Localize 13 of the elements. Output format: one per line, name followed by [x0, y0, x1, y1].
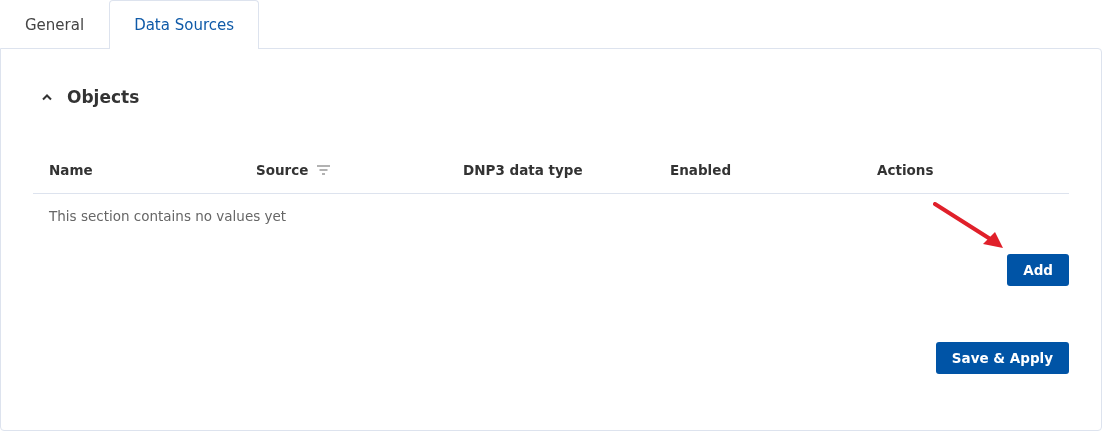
save-apply-button[interactable]: Save & Apply: [935, 342, 1069, 374]
column-header: Source: [256, 161, 309, 178]
add-button[interactable]: Add: [1007, 254, 1069, 286]
column-header: Name: [49, 161, 93, 178]
annotation-arrow: [933, 202, 1005, 250]
tab[interactable]: Data Sources: [109, 0, 260, 49]
column-header: DNP3 data type: [463, 161, 583, 178]
column-header: Enabled: [670, 161, 732, 178]
column-header: Actions: [877, 161, 934, 178]
tab[interactable]: General: [0, 0, 110, 48]
section-title: Objects: [67, 87, 140, 107]
empty-message: This section contains no values yet: [48, 208, 287, 224]
chevron-up-icon[interactable]: [41, 93, 53, 101]
